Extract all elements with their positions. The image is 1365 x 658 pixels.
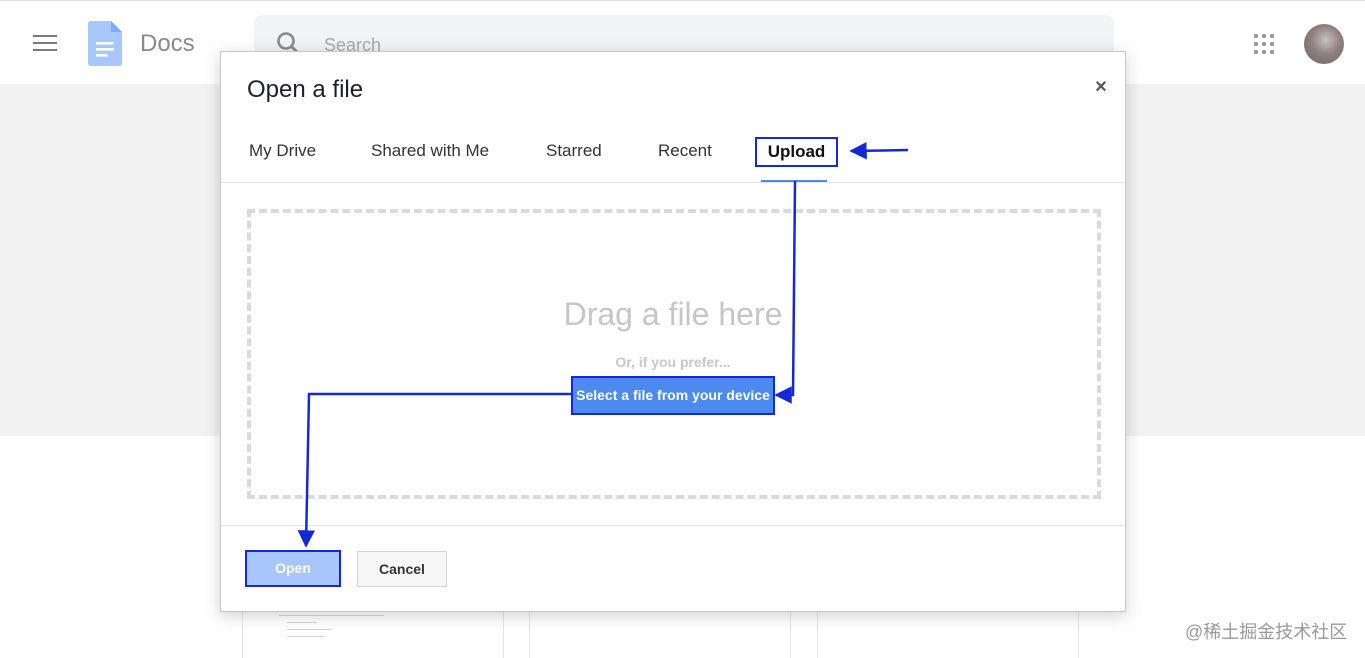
- apps-grid-icon[interactable]: [1254, 34, 1274, 54]
- menu-icon[interactable]: [33, 35, 57, 53]
- docs-logo-icon[interactable]: [88, 21, 122, 66]
- watermark: @稀土掘金技术社区: [1185, 622, 1348, 642]
- tab-upload[interactable]: Upload: [755, 137, 838, 167]
- footer-divider: [221, 525, 1125, 526]
- tab-recent[interactable]: Recent: [658, 141, 712, 161]
- avatar[interactable]: [1304, 24, 1344, 64]
- tab-shared-with-me[interactable]: Shared with Me: [371, 141, 489, 161]
- tab-my-drive[interactable]: My Drive: [249, 141, 316, 161]
- open-button[interactable]: Open: [245, 550, 341, 587]
- document-preview-lines: [279, 608, 429, 643]
- app-title: Docs: [140, 30, 195, 57]
- tab-starred[interactable]: Starred: [546, 141, 602, 161]
- tabs-divider: [221, 182, 1125, 183]
- drop-zone-headline: Drag a file here: [563, 296, 783, 332]
- select-file-button[interactable]: Select a file from your device: [571, 376, 775, 415]
- drop-zone-alternative-text: Or, if you prefer...: [615, 354, 731, 370]
- cancel-button[interactable]: Cancel: [357, 551, 447, 587]
- open-file-dialog: Open a file × My Drive Shared with Me St…: [220, 51, 1126, 612]
- dialog-title: Open a file: [247, 76, 364, 103]
- close-button[interactable]: ×: [1091, 77, 1111, 97]
